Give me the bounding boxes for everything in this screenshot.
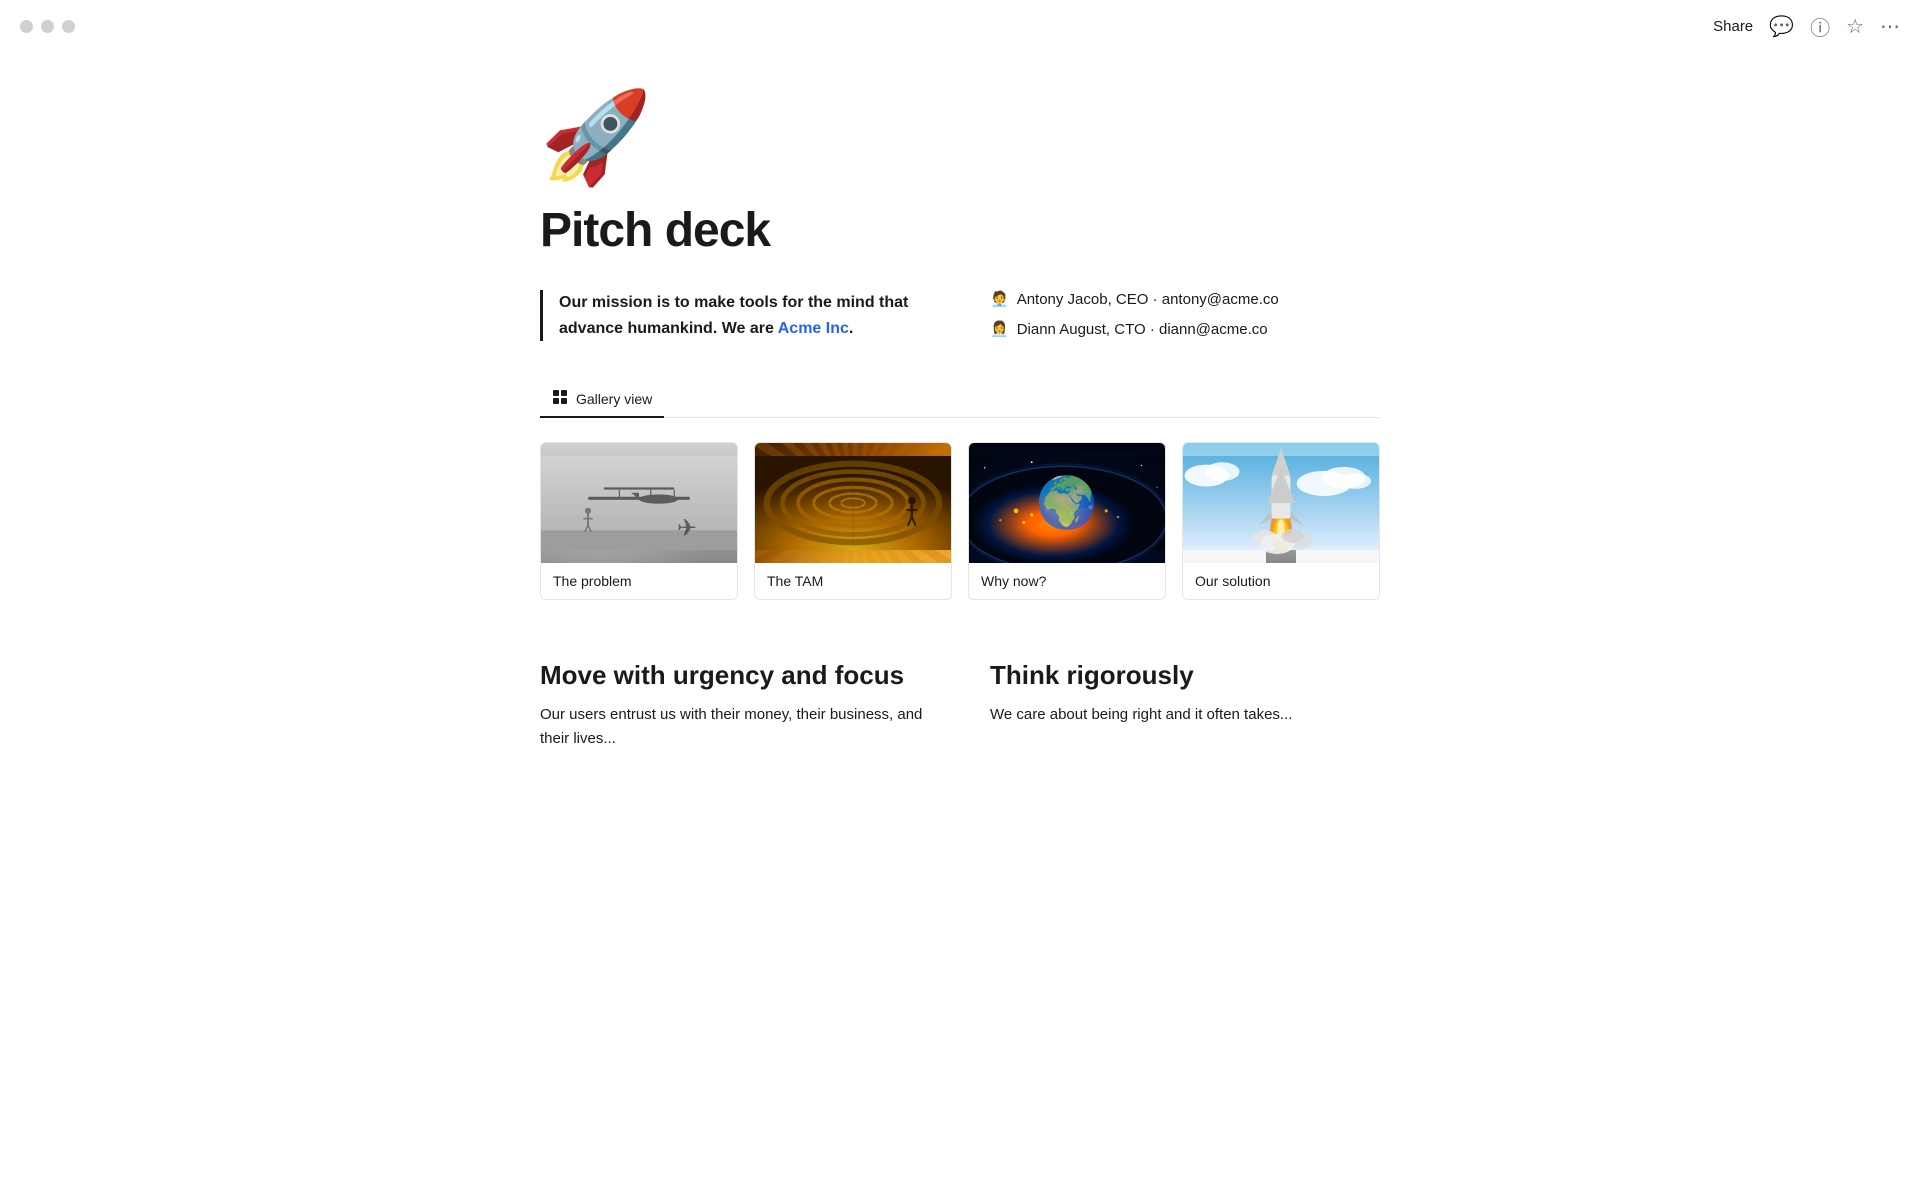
- gallery-grid: The problem: [540, 418, 1380, 600]
- description-right: 🧑‍💼 Antony Jacob, CEO · antony@acme.co 👩…: [990, 290, 1380, 338]
- rigorously-text: We care about being right and it often t…: [990, 703, 1380, 727]
- close-button[interactable]: [20, 20, 33, 33]
- cto-contact: Diann August, CTO · diann@acme.co: [1017, 321, 1268, 338]
- maximize-button[interactable]: [62, 20, 75, 33]
- card-label-problem: The problem: [541, 563, 737, 599]
- gallery-card-tam[interactable]: The TAM: [754, 442, 952, 600]
- contact-cto: 👩‍💼 Diann August, CTO · diann@acme.co: [990, 320, 1380, 338]
- gallery-card-whynow[interactable]: Why now?: [968, 442, 1166, 600]
- acme-link[interactable]: Acme Inc: [778, 320, 849, 337]
- gallery-card-problem[interactable]: The problem: [540, 442, 738, 600]
- gallery-section: Gallery view: [540, 381, 1380, 600]
- gallery-card-solution[interactable]: Our solution: [1182, 442, 1380, 600]
- comment-icon[interactable]: 💬: [1769, 14, 1794, 39]
- mission-text-end: .: [849, 320, 853, 337]
- titlebar-actions: Share 💬 ⓘ ☆ ⋯: [1713, 12, 1900, 41]
- gallery-icon: [552, 389, 568, 408]
- bottom-section-rigorously: Think rigorously We care about being rig…: [990, 660, 1380, 751]
- main-content: 🚀 Pitch deck Our mission is to make tool…: [480, 53, 1440, 831]
- description-area: Our mission is to make tools for the min…: [540, 290, 1380, 341]
- description-left: Our mission is to make tools for the min…: [540, 290, 930, 341]
- contact-ceo: 🧑‍💼 Antony Jacob, CEO · antony@acme.co: [990, 290, 1380, 308]
- card-label-whynow: Why now?: [969, 563, 1165, 599]
- card-image-problem: [541, 443, 737, 563]
- page-title: Pitch deck: [540, 203, 1380, 258]
- ceo-emoji: 🧑‍💼: [990, 290, 1009, 308]
- bottom-columns: Move with urgency and focus Our users en…: [540, 660, 1380, 751]
- card-label-solution: Our solution: [1183, 563, 1379, 599]
- more-icon[interactable]: ⋯: [1880, 14, 1900, 39]
- star-icon[interactable]: ☆: [1846, 14, 1864, 39]
- ceo-contact: Antony Jacob, CEO · antony@acme.co: [1017, 291, 1279, 308]
- traffic-lights: [20, 20, 75, 33]
- card-image-tam: [755, 443, 951, 563]
- urgency-title: Move with urgency and focus: [540, 660, 930, 691]
- card-label-tam: The TAM: [755, 563, 951, 599]
- rigorously-title: Think rigorously: [990, 660, 1380, 691]
- bottom-section-urgency: Move with urgency and focus Our users en…: [540, 660, 930, 751]
- urgency-text: Our users entrust us with their money, t…: [540, 703, 930, 751]
- titlebar: Share 💬 ⓘ ☆ ⋯: [0, 0, 1920, 53]
- card-image-solution: [1183, 443, 1379, 563]
- card-image-whynow: [969, 443, 1165, 563]
- page-icon: 🚀: [540, 93, 1380, 183]
- mission-text-part1: Our mission is to make tools for the min…: [559, 294, 908, 337]
- cto-emoji: 👩‍💼: [990, 320, 1009, 338]
- gallery-tab-bar: Gallery view: [540, 381, 1380, 418]
- info-icon[interactable]: ⓘ: [1810, 12, 1830, 41]
- mission-statement: Our mission is to make tools for the min…: [540, 290, 930, 341]
- minimize-button[interactable]: [41, 20, 54, 33]
- gallery-view-tab[interactable]: Gallery view: [540, 381, 664, 418]
- share-button[interactable]: Share: [1713, 18, 1753, 35]
- gallery-tab-label: Gallery view: [576, 391, 652, 407]
